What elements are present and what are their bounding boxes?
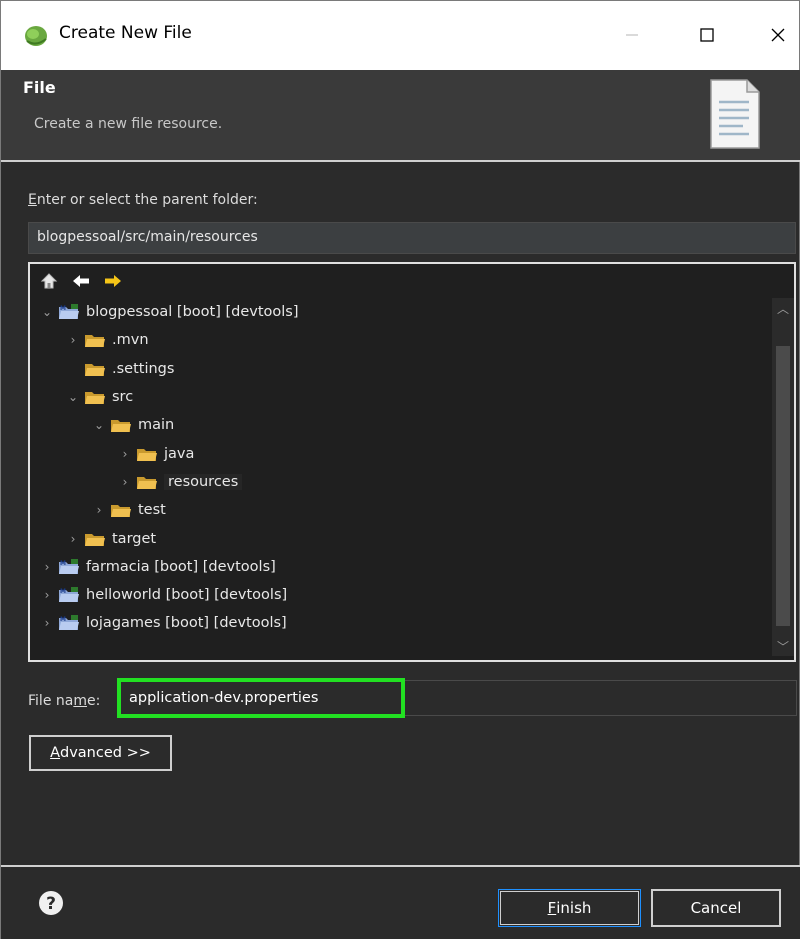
eclipse-app-icon xyxy=(25,26,47,46)
folder-icon xyxy=(84,360,108,378)
new-file-document-icon xyxy=(710,79,760,149)
tree-toolbar xyxy=(30,264,794,298)
scroll-down-icon[interactable]: ﹀ xyxy=(772,636,794,656)
tree-scrollbar[interactable]: ︿ ﹀ xyxy=(772,298,794,656)
chevron-right-icon[interactable]: › xyxy=(38,588,56,602)
svg-text:M: M xyxy=(60,616,66,623)
chevron-right-icon[interactable]: › xyxy=(90,503,108,517)
help-icon[interactable]: ? xyxy=(37,889,65,917)
wizard-header: File Create a new file resource. xyxy=(1,70,800,162)
svg-text:M: M xyxy=(60,588,66,595)
tree-item-label: test xyxy=(138,502,166,519)
tree-item[interactable]: › test xyxy=(30,496,770,524)
tree-item[interactable]: ⌄ src xyxy=(30,383,770,411)
tree-item[interactable]: .settings xyxy=(30,355,770,383)
chevron-down-icon[interactable]: ⌄ xyxy=(90,418,108,432)
close-icon xyxy=(771,28,785,42)
cancel-button[interactable]: Cancel xyxy=(651,889,781,927)
scroll-up-icon[interactable]: ︿ xyxy=(772,298,794,318)
chevron-right-icon[interactable]: › xyxy=(64,532,82,546)
home-icon[interactable] xyxy=(38,270,60,292)
tree-item-label: src xyxy=(112,389,134,406)
tree-item-label: resources xyxy=(164,473,243,490)
folder-icon xyxy=(84,530,108,548)
parent-folder-input[interactable]: blogpessoal/src/main/resources xyxy=(28,222,796,254)
svg-text:?: ? xyxy=(46,894,56,914)
maven-project-icon: M xyxy=(58,303,82,321)
folder-icon xyxy=(136,473,160,491)
maximize-icon xyxy=(700,28,714,42)
folder-tree-panel: ⌄ Mblogpessoal [boot] [devtools] › .mvn .set… xyxy=(28,262,796,662)
close-button[interactable] xyxy=(755,13,800,57)
tree-item[interactable]: › resources xyxy=(30,468,770,496)
svg-text:M: M xyxy=(60,305,66,312)
chevron-right-icon[interactable]: › xyxy=(64,333,82,347)
back-arrow-icon[interactable] xyxy=(70,270,92,292)
maven-project-icon: M xyxy=(58,614,82,632)
create-file-dialog: File Create a new file resource. Enter o… xyxy=(0,70,800,939)
chevron-down-icon[interactable]: ⌄ xyxy=(38,305,56,319)
chevron-right-icon[interactable]: › xyxy=(116,475,134,489)
tree-item-label: .mvn xyxy=(112,332,149,349)
folder-icon xyxy=(136,445,160,463)
dialog-footer: ? Finish Cancel xyxy=(1,865,800,939)
tree-item-label: target xyxy=(112,530,157,547)
wizard-title: File xyxy=(23,78,56,97)
tree-item-label: farmacia [boot] [devtools] xyxy=(86,558,276,575)
parent-folder-label: Enter or select the parent folder: xyxy=(28,192,258,208)
tree-item[interactable]: › Mhelloworld [boot] [devtools] xyxy=(30,581,770,609)
tree-item[interactable]: ⌄ main xyxy=(30,411,770,439)
chevron-right-icon[interactable]: › xyxy=(116,447,134,461)
chevron-right-icon[interactable]: › xyxy=(38,560,56,574)
tree-item-label: java xyxy=(164,445,195,462)
folder-icon xyxy=(84,331,108,349)
tree-item-label: lojagames [boot] [devtools] xyxy=(86,615,287,632)
tree-item-label: helloworld [boot] [devtools] xyxy=(86,587,288,604)
folder-tree: ⌄ Mblogpessoal [boot] [devtools] › .mvn .set… xyxy=(30,298,770,638)
file-name-input[interactable] xyxy=(117,678,405,718)
tree-item[interactable]: › java xyxy=(30,439,770,467)
finish-button[interactable]: Finish xyxy=(498,889,641,927)
folder-icon xyxy=(110,501,134,519)
tree-item[interactable]: › Mfarmacia [boot] [devtools] xyxy=(30,553,770,581)
scroll-thumb[interactable] xyxy=(776,346,790,626)
tree-item[interactable]: ⌄ Mblogpessoal [boot] [devtools] xyxy=(30,298,770,326)
maven-project-icon: M xyxy=(58,558,82,576)
maven-project-icon: M xyxy=(58,586,82,604)
tree-item-label: main xyxy=(138,417,175,434)
advanced-button[interactable]: Advanced >> xyxy=(29,735,172,771)
tree-item[interactable]: › target xyxy=(30,524,770,552)
tree-item[interactable]: › .mvn xyxy=(30,326,770,354)
wizard-description: Create a new file resource. xyxy=(34,116,223,132)
chevron-right-icon[interactable]: › xyxy=(38,616,56,630)
tree-item[interactable]: › Mlojagames [boot] [devtools] xyxy=(30,609,770,637)
tree-item-label: blogpessoal [boot] [devtools] xyxy=(86,304,299,321)
window-titlebar: Create New File xyxy=(0,0,800,70)
minimize-icon xyxy=(626,34,638,36)
folder-icon xyxy=(110,416,134,434)
tree-item-label: .settings xyxy=(112,360,175,377)
file-name-label: File name: xyxy=(28,693,101,709)
svg-text:M: M xyxy=(60,560,66,567)
minimize-button[interactable] xyxy=(609,13,655,57)
window-title: Create New File xyxy=(59,23,192,43)
chevron-down-icon[interactable]: ⌄ xyxy=(64,390,82,404)
forward-arrow-icon[interactable] xyxy=(102,270,124,292)
maximize-button[interactable] xyxy=(684,13,730,57)
folder-icon xyxy=(84,388,108,406)
